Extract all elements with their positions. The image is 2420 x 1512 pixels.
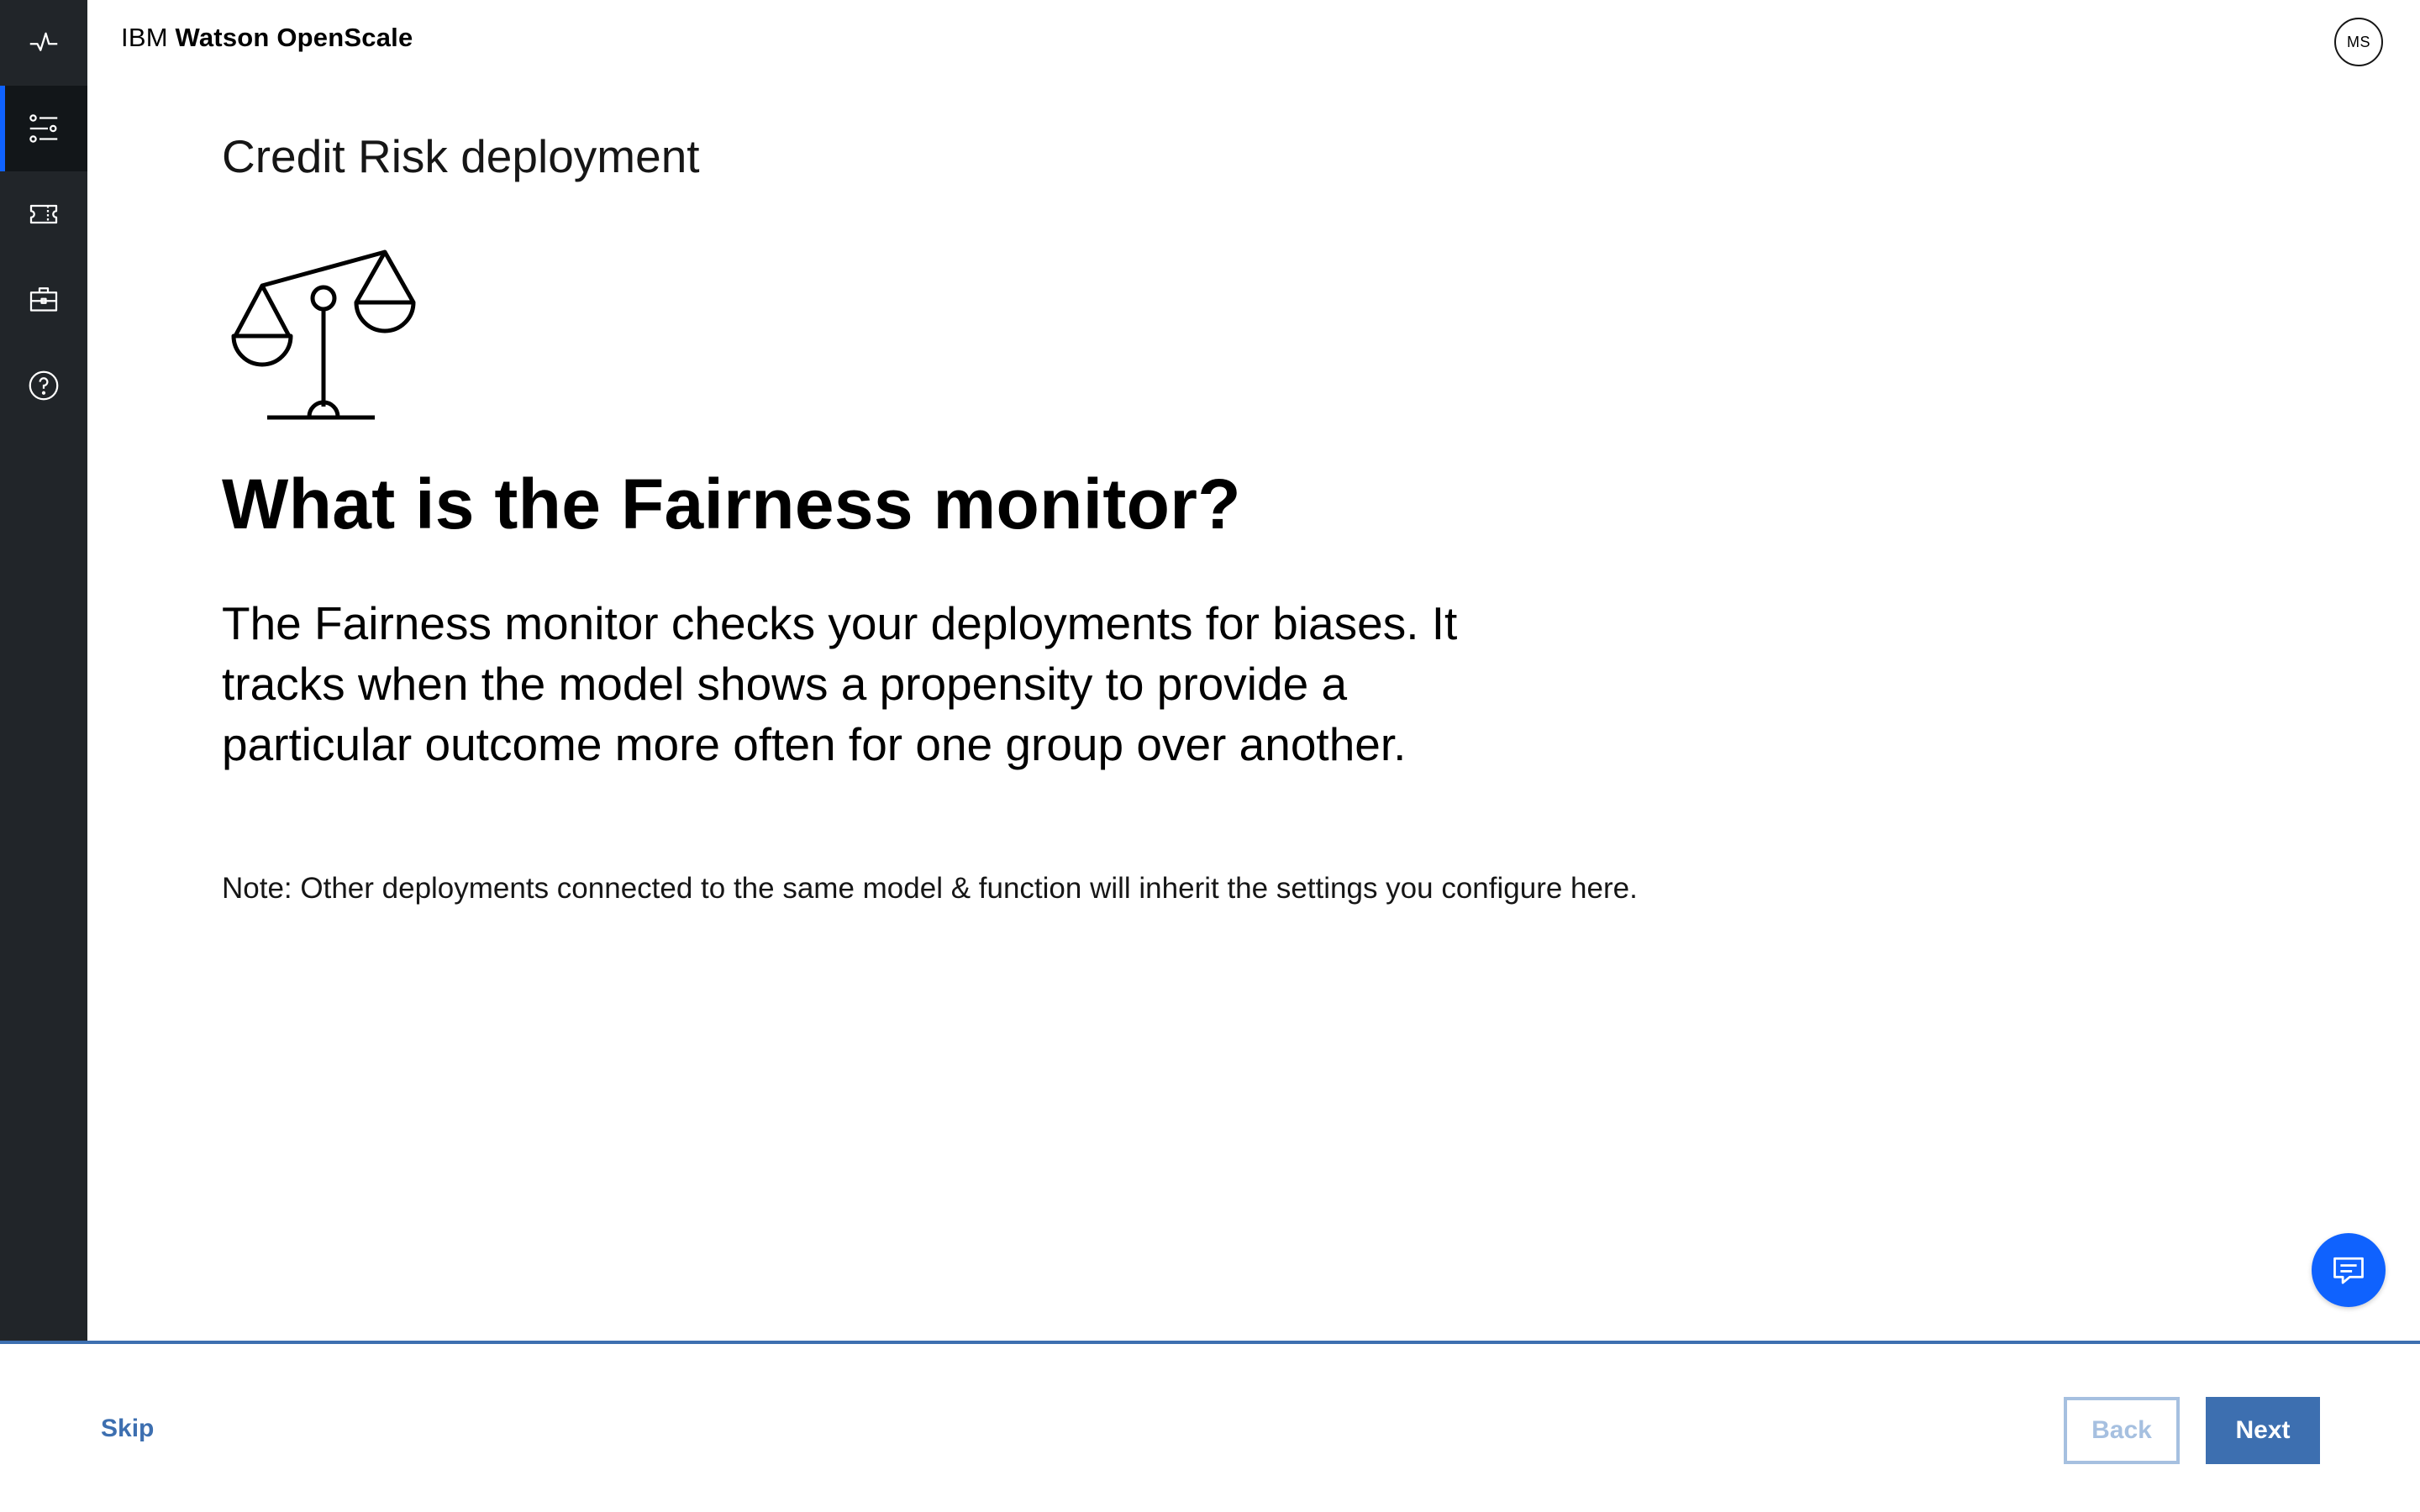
back-button[interactable]: Back bbox=[2064, 1397, 2180, 1464]
description-line: tracks when the model shows a propensity… bbox=[222, 658, 1348, 710]
note-text: Note: Other deployments connected to the… bbox=[222, 872, 1638, 905]
skip-link[interactable]: Skip bbox=[101, 1415, 154, 1443]
rail-item-help[interactable] bbox=[0, 343, 87, 428]
deployment-title: Credit Risk deployment bbox=[222, 130, 700, 182]
wizard-footer: Skip Back Next bbox=[0, 1341, 2420, 1512]
side-rail bbox=[0, 0, 87, 1342]
briefcase-icon bbox=[29, 287, 58, 312]
sliders-icon bbox=[29, 114, 58, 143]
rail-item-configure[interactable] bbox=[0, 86, 87, 171]
help-icon bbox=[29, 370, 59, 401]
top-header: IBM Watson OpenScale MS bbox=[87, 0, 2420, 84]
description-line: The Fairness monitor checks your deploym… bbox=[222, 597, 1458, 649]
rail-item-activity[interactable] bbox=[0, 0, 87, 86]
description-text: The Fairness monitor checks your deploym… bbox=[222, 593, 1650, 774]
description-line: particular outcome more often for one gr… bbox=[222, 718, 1407, 770]
rail-item-insights[interactable] bbox=[0, 171, 87, 257]
chat-icon bbox=[2333, 1257, 2364, 1284]
ticket-icon bbox=[29, 204, 58, 224]
brand-prefix: IBM bbox=[121, 23, 168, 52]
activity-icon bbox=[29, 32, 58, 51]
next-button[interactable]: Next bbox=[2206, 1397, 2320, 1464]
brand-name: Watson OpenScale bbox=[175, 23, 413, 52]
chat-button[interactable] bbox=[2312, 1233, 2386, 1307]
rail-item-tools[interactable] bbox=[0, 257, 87, 343]
app-brand[interactable]: IBM Watson OpenScale bbox=[121, 23, 413, 53]
user-avatar[interactable]: MS bbox=[2334, 18, 2383, 66]
scale-icon bbox=[231, 249, 416, 420]
page-heading: What is the Fairness monitor? bbox=[222, 465, 1241, 543]
